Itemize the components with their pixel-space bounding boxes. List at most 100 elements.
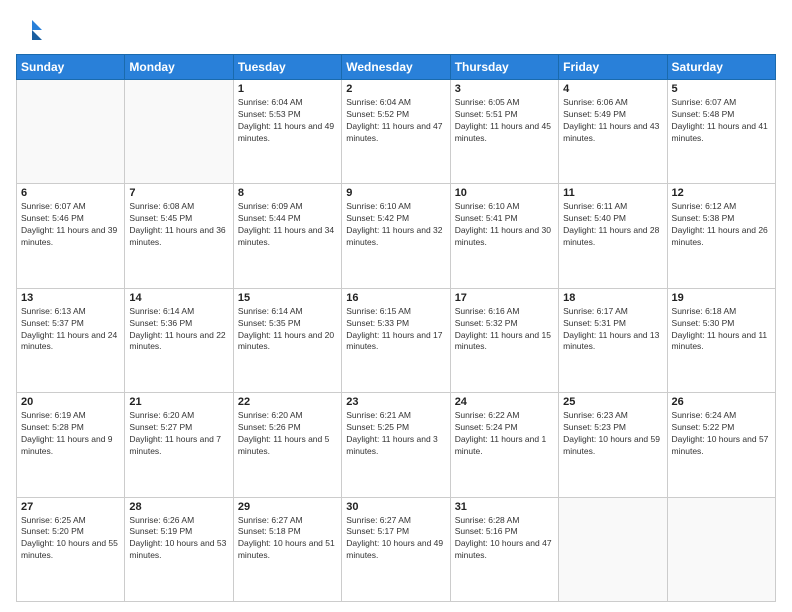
calendar-day-cell: 12 Sunrise: 6:12 AM Sunset: 5:38 PM Dayli… [667,184,775,288]
day-number: 27 [21,501,120,513]
day-number: 30 [346,501,445,513]
calendar-day-cell: 14Sunrise: 6:14 AM Sunset: 5:36 PM Dayli… [125,288,233,392]
day-number: 17 [455,292,554,304]
weekday-header: Friday [559,55,667,80]
day-number: 9 [346,187,445,199]
day-number: 5 [672,83,771,95]
weekday-header: Wednesday [342,55,450,80]
day-number: 15 [238,292,337,304]
day-info: Sunrise: 6:21 AM Sunset: 5:25 PM Dayligh… [346,410,445,458]
calendar-day-cell: 3Sunrise: 6:05 AM Sunset: 5:51 PM Daylig… [450,80,558,184]
calendar-day-cell: 23 Sunrise: 6:21 AM Sunset: 5:25 PM Dayli… [342,393,450,497]
calendar-day-cell [125,80,233,184]
day-number: 7 [129,187,228,199]
day-info: Sunrise: 6:16 AM Sunset: 5:32 PM Dayligh… [455,306,554,354]
day-number: 28 [129,501,228,513]
day-info: Sunrise: 6:12 AM Sunset: 5:38 PM Dayligh… [672,201,771,249]
day-number: 4 [563,83,662,95]
day-number: 16 [346,292,445,304]
day-number: 8 [238,187,337,199]
day-info: Sunrise: 6:24 AM Sunset: 5:22 PM Dayligh… [672,410,771,458]
calendar-week-row: 27 Sunrise: 6:25 AM Sunset: 5:20 PM Dayli… [17,497,776,601]
calendar-day-cell: 17 Sunrise: 6:16 AM Sunset: 5:32 PM Dayli… [450,288,558,392]
calendar-day-cell [667,497,775,601]
day-number: 18 [563,292,662,304]
calendar-day-cell: 28 Sunrise: 6:26 AM Sunset: 5:19 PM Dayli… [125,497,233,601]
day-number: 29 [238,501,337,513]
calendar-week-row: 20Sunrise: 6:19 AM Sunset: 5:28 PM Dayli… [17,393,776,497]
day-info: Sunrise: 6:20 AM Sunset: 5:26 PM Dayligh… [238,410,337,458]
day-info: Sunrise: 6:27 AM Sunset: 5:18 PM Dayligh… [238,515,337,563]
calendar-day-cell: 31 Sunrise: 6:28 AM Sunset: 5:16 PM Dayli… [450,497,558,601]
calendar-day-cell: 5Sunrise: 6:07 AM Sunset: 5:48 PM Daylig… [667,80,775,184]
header [16,16,776,44]
calendar-day-cell: 10 Sunrise: 6:10 AM Sunset: 5:41 PM Dayli… [450,184,558,288]
calendar-day-cell: 9 Sunrise: 6:10 AM Sunset: 5:42 PM Daylig… [342,184,450,288]
weekday-header: Thursday [450,55,558,80]
calendar-day-cell [17,80,125,184]
day-info: Sunrise: 6:08 AM Sunset: 5:45 PM Dayligh… [129,201,228,249]
calendar-day-cell: 13 Sunrise: 6:13 AM Sunset: 5:37 PM Dayli… [17,288,125,392]
calendar-day-cell: 21 Sunrise: 6:20 AM Sunset: 5:27 PM Dayli… [125,393,233,497]
calendar-day-cell: 6Sunrise: 6:07 AM Sunset: 5:46 PM Daylig… [17,184,125,288]
day-info: Sunrise: 6:22 AM Sunset: 5:24 PM Dayligh… [455,410,554,458]
page: SundayMondayTuesdayWednesdayThursdayFrid… [0,0,792,612]
day-number: 22 [238,396,337,408]
day-number: 23 [346,396,445,408]
day-info: Sunrise: 6:13 AM Sunset: 5:37 PM Dayligh… [21,306,120,354]
day-number: 2 [346,83,445,95]
day-info: Sunrise: 6:10 AM Sunset: 5:42 PM Dayligh… [346,201,445,249]
weekday-header: Monday [125,55,233,80]
calendar-week-row: 13 Sunrise: 6:13 AM Sunset: 5:37 PM Dayli… [17,288,776,392]
calendar-day-cell [559,497,667,601]
calendar-day-cell: 2 Sunrise: 6:04 AM Sunset: 5:52 PM Daylig… [342,80,450,184]
day-info: Sunrise: 6:06 AM Sunset: 5:49 PM Dayligh… [563,97,662,145]
day-info: Sunrise: 6:15 AM Sunset: 5:33 PM Dayligh… [346,306,445,354]
calendar-day-cell: 29 Sunrise: 6:27 AM Sunset: 5:18 PM Dayli… [233,497,341,601]
day-number: 21 [129,396,228,408]
calendar-day-cell: 20Sunrise: 6:19 AM Sunset: 5:28 PM Dayli… [17,393,125,497]
logo [16,16,48,44]
day-number: 13 [21,292,120,304]
calendar-day-cell: 19 Sunrise: 6:18 AM Sunset: 5:30 PM Dayli… [667,288,775,392]
calendar-day-cell: 11Sunrise: 6:11 AM Sunset: 5:40 PM Dayli… [559,184,667,288]
day-info: Sunrise: 6:27 AM Sunset: 5:17 PM Dayligh… [346,515,445,563]
weekday-header: Sunday [17,55,125,80]
day-info: Sunrise: 6:20 AM Sunset: 5:27 PM Dayligh… [129,410,228,458]
day-info: Sunrise: 6:23 AM Sunset: 5:23 PM Dayligh… [563,410,662,458]
calendar-day-cell: 4 Sunrise: 6:06 AM Sunset: 5:49 PM Daylig… [559,80,667,184]
calendar-day-cell: 24Sunrise: 6:22 AM Sunset: 5:24 PM Dayli… [450,393,558,497]
calendar-table: SundayMondayTuesdayWednesdayThursdayFrid… [16,54,776,602]
day-number: 12 [672,187,771,199]
day-info: Sunrise: 6:04 AM Sunset: 5:53 PM Dayligh… [238,97,337,145]
calendar-day-cell: 27 Sunrise: 6:25 AM Sunset: 5:20 PM Dayli… [17,497,125,601]
day-info: Sunrise: 6:11 AM Sunset: 5:40 PM Dayligh… [563,201,662,249]
calendar-day-cell: 1 Sunrise: 6:04 AM Sunset: 5:53 PM Daylig… [233,80,341,184]
day-info: Sunrise: 6:17 AM Sunset: 5:31 PM Dayligh… [563,306,662,354]
calendar-day-cell: 16 Sunrise: 6:15 AM Sunset: 5:33 PM Dayli… [342,288,450,392]
day-info: Sunrise: 6:04 AM Sunset: 5:52 PM Dayligh… [346,97,445,145]
calendar-day-cell: 15 Sunrise: 6:14 AM Sunset: 5:35 PM Dayli… [233,288,341,392]
day-number: 1 [238,83,337,95]
calendar-day-cell: 26 Sunrise: 6:24 AM Sunset: 5:22 PM Dayli… [667,393,775,497]
weekday-header: Tuesday [233,55,341,80]
day-number: 25 [563,396,662,408]
day-info: Sunrise: 6:28 AM Sunset: 5:16 PM Dayligh… [455,515,554,563]
day-number: 26 [672,396,771,408]
calendar-day-cell: 25 Sunrise: 6:23 AM Sunset: 5:23 PM Dayli… [559,393,667,497]
calendar-day-cell: 8Sunrise: 6:09 AM Sunset: 5:44 PM Daylig… [233,184,341,288]
day-info: Sunrise: 6:14 AM Sunset: 5:35 PM Dayligh… [238,306,337,354]
calendar-day-cell: 18 Sunrise: 6:17 AM Sunset: 5:31 PM Dayli… [559,288,667,392]
calendar-week-row: 1 Sunrise: 6:04 AM Sunset: 5:53 PM Daylig… [17,80,776,184]
day-info: Sunrise: 6:25 AM Sunset: 5:20 PM Dayligh… [21,515,120,563]
day-info: Sunrise: 6:26 AM Sunset: 5:19 PM Dayligh… [129,515,228,563]
day-number: 31 [455,501,554,513]
day-number: 14 [129,292,228,304]
calendar-day-cell: 7 Sunrise: 6:08 AM Sunset: 5:45 PM Daylig… [125,184,233,288]
day-info: Sunrise: 6:18 AM Sunset: 5:30 PM Dayligh… [672,306,771,354]
day-info: Sunrise: 6:05 AM Sunset: 5:51 PM Dayligh… [455,97,554,145]
day-number: 19 [672,292,771,304]
calendar-day-cell: 30 Sunrise: 6:27 AM Sunset: 5:17 PM Dayli… [342,497,450,601]
day-number: 10 [455,187,554,199]
day-info: Sunrise: 6:10 AM Sunset: 5:41 PM Dayligh… [455,201,554,249]
